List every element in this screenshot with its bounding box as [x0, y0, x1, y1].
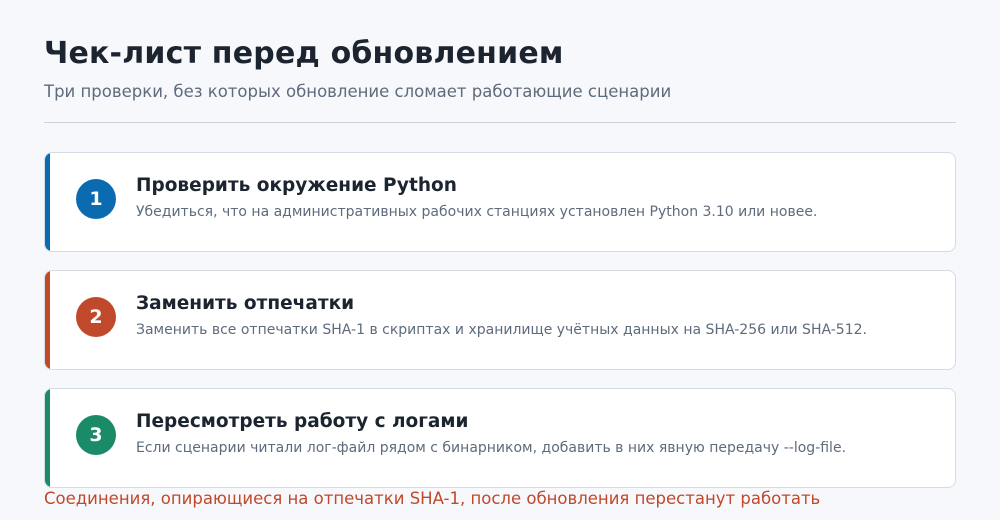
checklist-item-logs: 3 Пересмотреть работу с логами Если сцен… [44, 388, 956, 488]
checklist-item-python: 1 Проверить окружение Python Убедиться, … [44, 152, 956, 252]
page-title: Чек-лист перед обновлением [44, 36, 564, 71]
step-number-badge: 3 [76, 415, 116, 455]
checklist-item-description: Если сценарии читали лог-файл рядом с би… [136, 440, 847, 456]
checklist-item-title: Проверить окружение Python [136, 175, 457, 196]
checklist-item-description: Заменить все отпечатки SHA-1 в скриптах … [136, 322, 867, 338]
card-accent-bar [45, 389, 50, 487]
checklist-page: Чек-лист перед обновлением Три проверки,… [0, 0, 1000, 520]
card-accent-bar [45, 271, 50, 369]
checklist-item-fingerprints: 2 Заменить отпечатки Заменить все отпеча… [44, 270, 956, 370]
checklist-item-title: Пересмотреть работу с логами [136, 411, 469, 432]
card-accent-bar [45, 153, 50, 251]
page-subtitle: Три проверки, без которых обновление сло… [44, 82, 672, 101]
step-number-badge: 1 [76, 179, 116, 219]
warning-note: Соединения, опирающиеся на отпечатки SHA… [44, 489, 821, 508]
checklist-item-title: Заменить отпечатки [136, 293, 355, 314]
checklist-item-description: Убедиться, что на административных рабоч… [136, 204, 818, 220]
header-divider [44, 122, 956, 123]
step-number-badge: 2 [76, 297, 116, 337]
